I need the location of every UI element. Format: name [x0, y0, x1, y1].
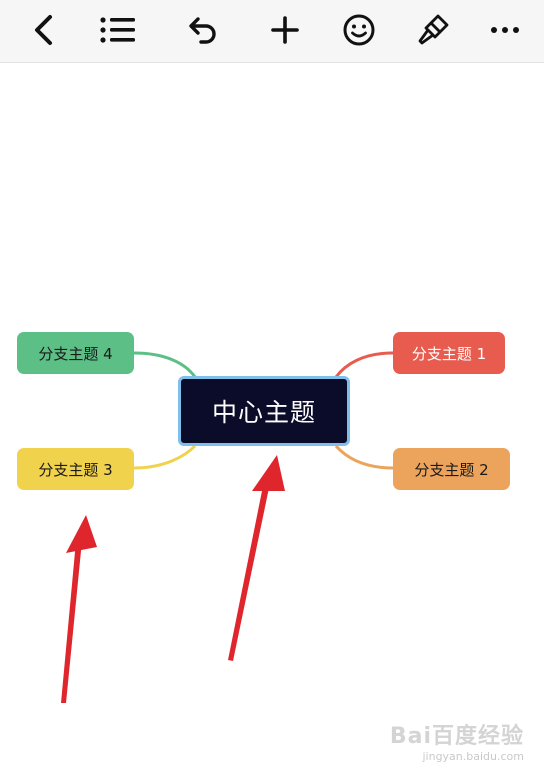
more-icon	[489, 25, 521, 35]
connector-branch-1	[334, 351, 394, 378]
emoji-icon	[342, 13, 376, 47]
add-topic-button[interactable]	[260, 6, 310, 54]
branch-topic-1-label: 分支主题 1	[411, 344, 487, 363]
outline-button[interactable]	[93, 6, 143, 54]
branch-topic-3[interactable]: 分支主题 3	[17, 448, 134, 490]
style-button[interactable]	[408, 6, 458, 54]
central-topic-label: 中心主题	[211, 398, 316, 427]
mindmap-canvas[interactable]: 中心主题 分支主题 4 分支主题 3 分支主题 1 分支主题 2	[0, 63, 544, 775]
connector-branch-3	[133, 444, 197, 470]
top-toolbar	[0, 0, 544, 63]
branch-topic-2-label: 分支主题 2	[414, 460, 489, 479]
watermark-url: jingyan.baidu.com	[422, 750, 524, 763]
branch-topic-4-label: 分支主题 4	[38, 344, 113, 363]
branch-topic-4[interactable]: 分支主题 4	[17, 332, 134, 374]
outline-list-icon	[99, 15, 137, 45]
watermark-logo-text: Bai百度经验	[389, 724, 524, 749]
more-button[interactable]	[480, 6, 530, 54]
back-button[interactable]	[18, 6, 68, 54]
branch-topic-1[interactable]: 分支主题 1	[393, 332, 505, 374]
branch-topic-3-label: 分支主题 3	[38, 460, 113, 479]
connector-branch-2	[334, 444, 394, 470]
watermark: Bai百度经验 jingyan.baidu.com	[390, 718, 524, 763]
undo-button[interactable]	[178, 6, 228, 54]
connector-branch-4	[133, 351, 197, 378]
add-icon	[270, 15, 300, 45]
central-topic[interactable]: 中心主题	[178, 376, 350, 446]
back-icon	[30, 14, 56, 46]
emoji-button[interactable]	[334, 6, 384, 54]
style-brush-icon	[416, 13, 450, 47]
undo-icon	[187, 15, 219, 45]
branch-topic-2[interactable]: 分支主题 2	[393, 448, 510, 490]
